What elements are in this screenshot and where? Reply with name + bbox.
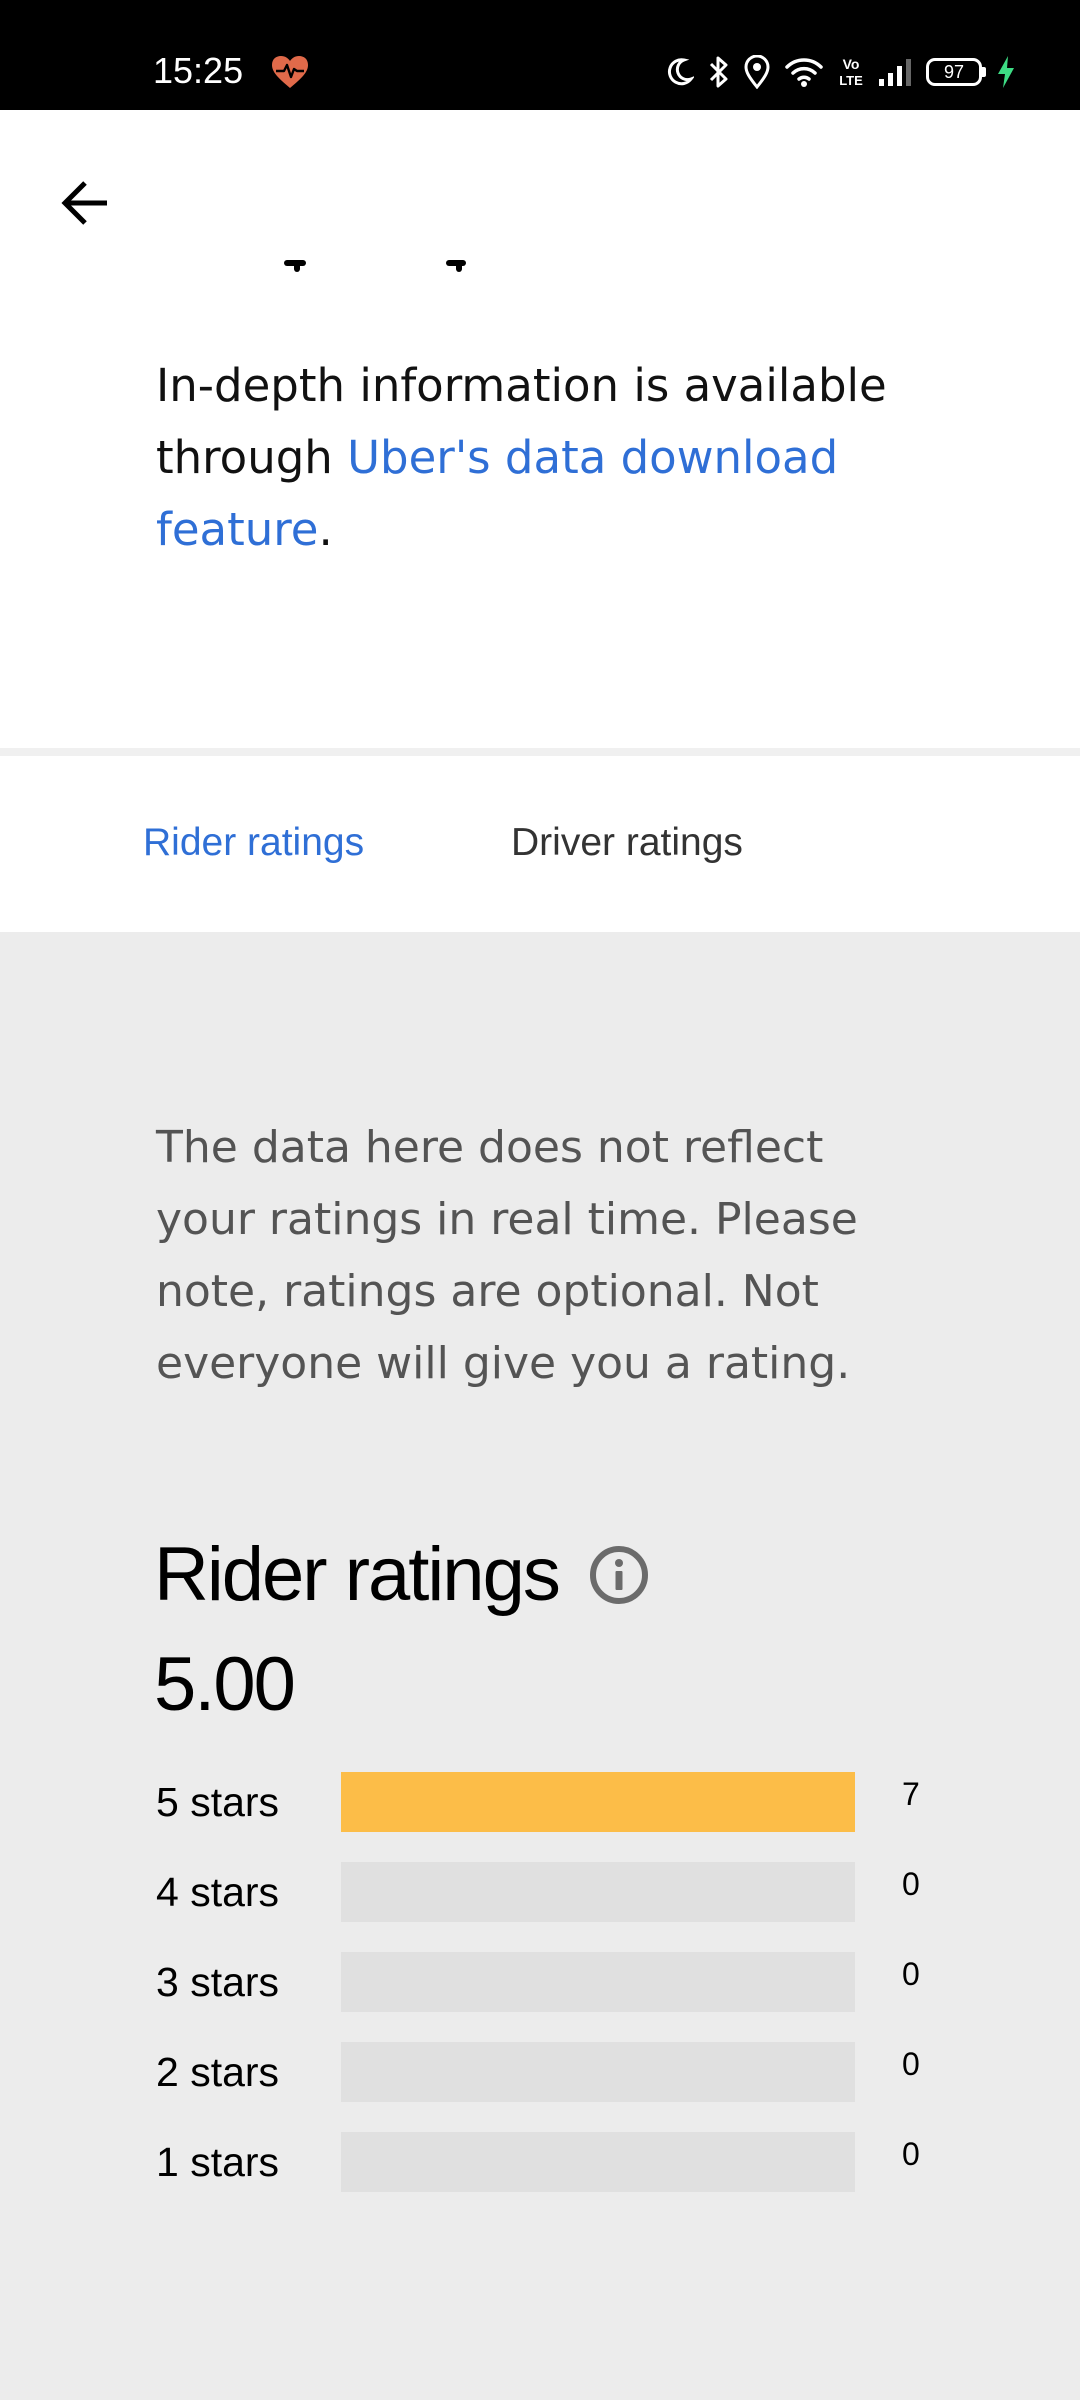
star-label: 2 stars — [156, 2049, 280, 2095]
charging-icon — [998, 56, 1014, 88]
star-label: 4 stars — [156, 1869, 280, 1915]
rating-row: 5 stars 7 — [0, 1772, 1080, 1832]
rating-row: 3 stars 0 — [0, 1952, 1080, 2012]
rating-count: 0 — [902, 2136, 920, 2172]
rating-count: 7 — [902, 1776, 920, 1812]
rating-row: 2 stars 0 — [0, 2042, 1080, 2102]
moon-icon — [668, 58, 694, 86]
status-icons: Vo LTE 97 — [666, 50, 1016, 94]
tab-rider-ratings[interactable]: Rider ratings — [143, 818, 364, 868]
back-button[interactable] — [50, 168, 120, 238]
rating-bar — [341, 1952, 855, 2012]
star-label: 1 stars — [156, 2139, 280, 2185]
info-text-end: . — [318, 503, 333, 556]
top-section: In-depth information is available throug… — [0, 110, 1080, 750]
rating-bar-fill — [341, 1772, 855, 1832]
tab-driver-ratings[interactable]: Driver ratings — [511, 818, 743, 868]
rating-bar — [341, 1862, 855, 1922]
rating-row: 1 stars 0 — [0, 2132, 1080, 2192]
arrow-left-icon — [61, 181, 107, 225]
divider — [0, 748, 1080, 756]
rating-row: 4 stars 0 — [0, 1862, 1080, 1922]
clipped-text-line — [156, 260, 486, 290]
location-icon — [744, 55, 770, 89]
info-paragraph: In-depth information is available throug… — [156, 350, 956, 566]
signal-icon — [879, 59, 911, 86]
ratings-title: Rider ratings — [154, 1532, 561, 1617]
rating-bar — [341, 2132, 855, 2192]
ratings-tabs: Rider ratings Driver ratings — [0, 756, 1080, 932]
star-label: 5 stars — [156, 1779, 280, 1825]
status-bar: 15:25 Vo LTE 97 — [0, 0, 1080, 110]
star-label: 3 stars — [156, 1959, 280, 2005]
volte-icon: Vo LTE — [839, 56, 863, 88]
bluetooth-icon — [709, 56, 728, 88]
rating-bar — [341, 2042, 855, 2102]
ratings-notice: The data here does not reflect your rati… — [156, 1122, 858, 1389]
info-circle-icon[interactable] — [588, 1544, 650, 1606]
heart-monitor-icon — [272, 56, 308, 88]
status-time: 15:25 — [153, 50, 244, 91]
rating-count: 0 — [902, 1956, 920, 1992]
svg-text:LTE: LTE — [839, 73, 863, 88]
rating-count: 0 — [902, 1866, 920, 1902]
wifi-icon — [785, 58, 823, 87]
battery-icon: 97 — [926, 58, 986, 86]
rating-bar — [341, 1772, 855, 1832]
average-rating: 5.00 — [154, 1642, 296, 1727]
battery-level: 97 — [943, 61, 965, 82]
rating-count: 0 — [902, 2046, 920, 2082]
svg-text:Vo: Vo — [843, 56, 860, 72]
